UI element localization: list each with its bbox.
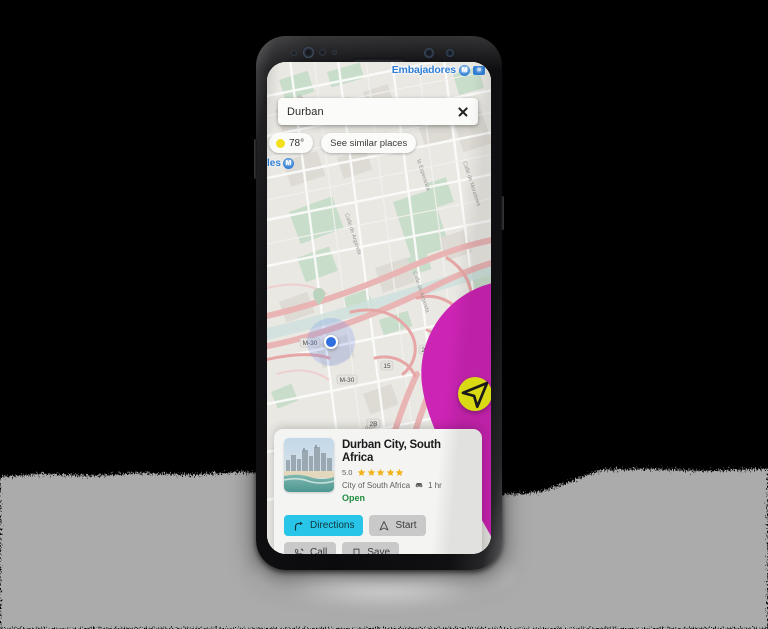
place-open-status: Open [342,493,366,504]
sensor-dot-4 [446,49,454,57]
call-button[interactable]: Call [284,542,337,554]
rating-stars [357,468,404,477]
screenshot-stage: M-30 M-30 A-42 [0,0,768,629]
phone-icon [294,548,304,554]
volume-button[interactable] [254,139,257,179]
front-sensor-array [256,46,502,64]
search-bar[interactable]: Durban [278,98,478,125]
directions-label: Directions [310,520,355,532]
start-label: Start [395,520,417,532]
metro-circle-icon-edge: M [282,158,294,169]
phone-device: M-30 M-30 A-42 [254,36,504,570]
power-button[interactable] [501,196,504,230]
place-action-buttons: Directions Start Call Save [284,515,472,554]
place-meta: Durban City, South Africa 5.0 City of So… [342,438,472,503]
place-travel-time: 1 hr [428,480,442,490]
location-dot [324,335,338,349]
star-icon [367,469,376,477]
place-title: Durban City, South Africa [342,439,441,465]
svg-text:15: 15 [383,363,391,370]
search-input[interactable]: Durban [287,106,324,118]
metro-circle-icon: M [459,64,470,76]
front-camera [303,47,314,58]
start-button[interactable]: Start [369,515,426,537]
see-similar-places-chip[interactable]: See similar places [321,133,417,153]
edge-label-text: les [267,158,281,169]
map-edge-label: les M [267,158,294,169]
user-location-marker [307,318,355,366]
star-icon [386,469,395,477]
directions-arrow-icon [294,521,303,531]
place-thumbnail[interactable] [284,438,334,492]
sensor-dot-1 [291,50,297,56]
map-station-label: Embajadores M ≡ [392,64,485,76]
commuter-rail-icon: ≡ [473,65,485,75]
map-pin-marker[interactable] [403,184,491,537]
sensor-dot-2 [319,49,326,56]
place-card-header: Durban City, South Africa 5.0 City of So… [284,438,472,503]
sun-icon [276,138,285,148]
see-similar-places-label: See similar places [330,137,408,149]
place-info-card: Durban City, South Africa 5.0 City of So… [274,429,482,554]
station-name: Embajadores [391,64,456,76]
phone-screen: M-30 M-30 A-42 [267,62,491,554]
star-icon [358,469,366,477]
svg-text:M-30: M-30 [340,377,355,384]
iris-scanner [424,48,434,58]
weather-chip[interactable]: 78° [269,133,314,153]
navigate-fab-button[interactable] [458,377,491,411]
star-icon [377,469,385,477]
directions-button[interactable]: Directions [284,515,364,537]
car-icon [415,483,423,488]
rating-value: 5.0 [342,468,353,478]
weather-temperature: 78° [289,137,305,149]
save-label: Save [367,547,391,554]
bookmark-icon [353,548,360,554]
navigation-triangle-icon [379,520,389,531]
place-subinfo: City of South Africa 1 hr [342,480,472,490]
map-chip-row: 78° See similar places [269,133,417,153]
sensor-dot-3 [332,50,337,55]
place-category: City of South Africa [342,480,411,490]
star-icon [396,469,404,477]
place-rating-row: 5.0 [342,468,472,477]
save-button[interactable]: Save [342,542,400,554]
call-label: Call [310,547,328,554]
close-x-icon[interactable] [456,105,469,118]
